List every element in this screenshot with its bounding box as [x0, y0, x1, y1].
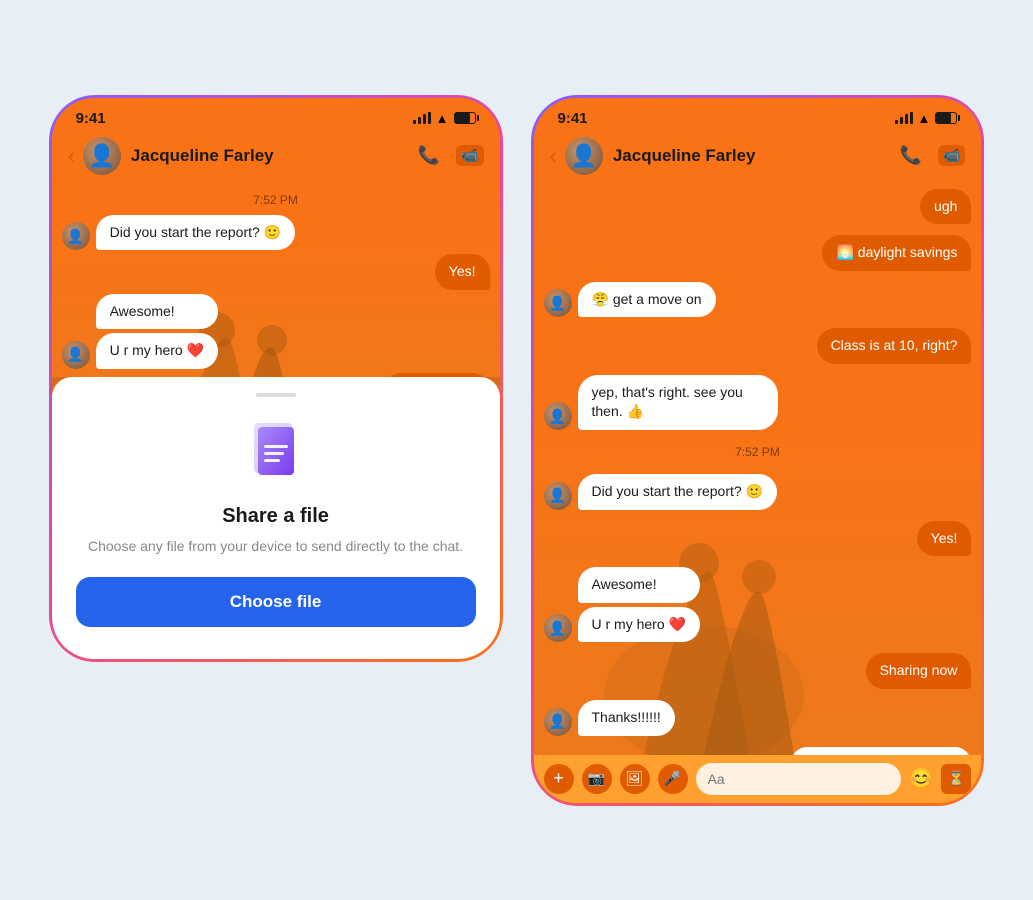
battery-icon-2 [935, 112, 957, 124]
contact-name-1: Jacqueline Farley [131, 146, 418, 166]
camera-button-2[interactable]: 📷 [582, 764, 612, 794]
choose-file-button[interactable]: Choose file [76, 577, 476, 627]
chat-header-1: ‹ Jacqueline Farley 📞 📹 [52, 131, 500, 185]
message-row: 👤 Did you start the report? 🙂 [62, 215, 490, 251]
message-row: 👤 yep, that's right. see you then. 👍 [544, 375, 972, 430]
avatar-msg: 👤 [544, 614, 572, 642]
bubble-incoming: Awesome! [96, 294, 218, 330]
message-row: 👤 Awesome! U r my hero ❤️ [544, 567, 972, 642]
call-button-1[interactable]: 📞 [418, 145, 440, 166]
phones-container: 9:41 ▲ ‹ Jacqueline [49, 95, 985, 806]
message-input-2[interactable] [696, 763, 901, 795]
photo-button-2[interactable]: 🖼 [620, 764, 650, 794]
back-button-2[interactable]: ‹ [550, 143, 557, 169]
video-button-1[interactable]: 📹 [456, 145, 483, 166]
message-row: Class is at 10, right? [544, 328, 972, 364]
phone-2: 9:41 ▲ ‹ Jacqueline [534, 98, 982, 803]
message-row: Yes! [544, 521, 972, 557]
file-share-modal: Share a file Choose any file from your d… [52, 377, 500, 659]
back-button-1[interactable]: ‹ [68, 143, 75, 169]
status-icons-1: ▲ [413, 111, 476, 126]
status-bar-1: 9:41 ▲ [52, 98, 500, 131]
mic-button-2[interactable]: 🎤 [658, 764, 688, 794]
emoji-button-2[interactable]: 😊 [909, 766, 934, 791]
message-row: 👤 Thanks!!!!!! [544, 700, 972, 736]
bubble-incoming: Did you start the report? 🙂 [96, 215, 296, 251]
bubble-outgoing: Yes! [917, 521, 972, 557]
contact-name-2: Jacqueline Farley [613, 146, 900, 166]
signal-icon-1 [413, 112, 431, 124]
signal-icon-2 [895, 112, 913, 124]
chat-header-2: ‹ Jacqueline Farley 📞 📹 [534, 131, 982, 185]
bubble-outgoing: 🌅 daylight savings [822, 235, 971, 271]
message-row: 👤 Did you start the report? 🙂 [544, 474, 972, 510]
message-row: ugh [544, 189, 972, 225]
avatar-msg: 👤 [544, 708, 572, 736]
bubble-incoming: U r my hero ❤️ [96, 333, 218, 369]
wifi-icon-1: ▲ [436, 111, 449, 126]
plus-button[interactable]: + [544, 764, 574, 794]
phone-1-border: 9:41 ▲ ‹ Jacqueline [49, 95, 503, 662]
bubble-outgoing: Yes! [435, 254, 490, 290]
message-row: 👤 😤 get a move on [544, 282, 972, 318]
message-row: 👤 Awesome! U r my hero ❤️ [62, 294, 490, 369]
message-row: Sharing now [544, 653, 972, 689]
battery-icon-1 [454, 112, 476, 124]
video-button-2[interactable]: 📹 [938, 145, 965, 166]
stacked-bubbles: Awesome! U r my hero ❤️ [96, 294, 218, 369]
phone-1: 9:41 ▲ ‹ Jacqueline [52, 98, 500, 659]
message-row: Yes! [62, 254, 490, 290]
avatar-msg: 👤 [544, 289, 572, 317]
bubble-incoming: Did you start the report? 🙂 [578, 474, 778, 510]
avatar-1 [83, 137, 121, 175]
avatar-msg: 👤 [62, 341, 90, 369]
call-button-2[interactable]: 📞 [900, 145, 922, 166]
avatar-msg: 👤 [62, 222, 90, 250]
avatar-msg: 👤 [544, 482, 572, 510]
status-bar-2: 9:41 ▲ [534, 98, 982, 131]
header-actions-2: 📞 📹 [900, 145, 966, 166]
modal-sheet: Share a file Choose any file from your d… [52, 377, 500, 659]
file-bubble: 📄 Galaxy Types.pdf 87 MB [791, 747, 972, 755]
modal-description: Choose any file from your device to send… [76, 536, 476, 557]
bubble-incoming: yep, that's right. see you then. 👍 [578, 375, 778, 430]
bubble-incoming: Awesome! [578, 567, 700, 603]
file-message-row: 📄 Galaxy Types.pdf 87 MB Sent [544, 747, 972, 755]
modal-file-icon [240, 417, 312, 489]
status-icons-2: ▲ [895, 111, 958, 126]
status-time-1: 9:41 [76, 110, 106, 127]
wifi-icon-2: ▲ [918, 111, 931, 126]
stacked-bubbles: Awesome! U r my hero ❤️ [578, 567, 700, 642]
phone-2-border: 9:41 ▲ ‹ Jacqueline [531, 95, 985, 806]
modal-handle [256, 393, 296, 397]
modal-title: Share a file [76, 505, 476, 528]
hourglass-button-2[interactable]: ⏳ [941, 764, 971, 794]
status-time-2: 9:41 [558, 110, 588, 127]
bubble-outgoing: ugh [920, 189, 971, 225]
bubble-incoming: Thanks!!!!!! [578, 700, 675, 736]
bubble-incoming: U r my hero ❤️ [578, 607, 700, 643]
avatar-2 [565, 137, 603, 175]
bubble-outgoing: Class is at 10, right? [817, 328, 972, 364]
message-row: 🌅 daylight savings [544, 235, 972, 271]
bubble-incoming: 😤 get a move on [578, 282, 716, 318]
timestamp-2: 7:52 PM [544, 445, 972, 459]
avatar-msg: 👤 [544, 402, 572, 430]
header-actions-1: 📞 📹 [418, 145, 484, 166]
bubble-outgoing: Sharing now [866, 653, 972, 689]
timestamp-1: 7:52 PM [62, 193, 490, 207]
input-bar-2: + 📷 🖼 🎤 😊 ⏳ [534, 755, 982, 803]
